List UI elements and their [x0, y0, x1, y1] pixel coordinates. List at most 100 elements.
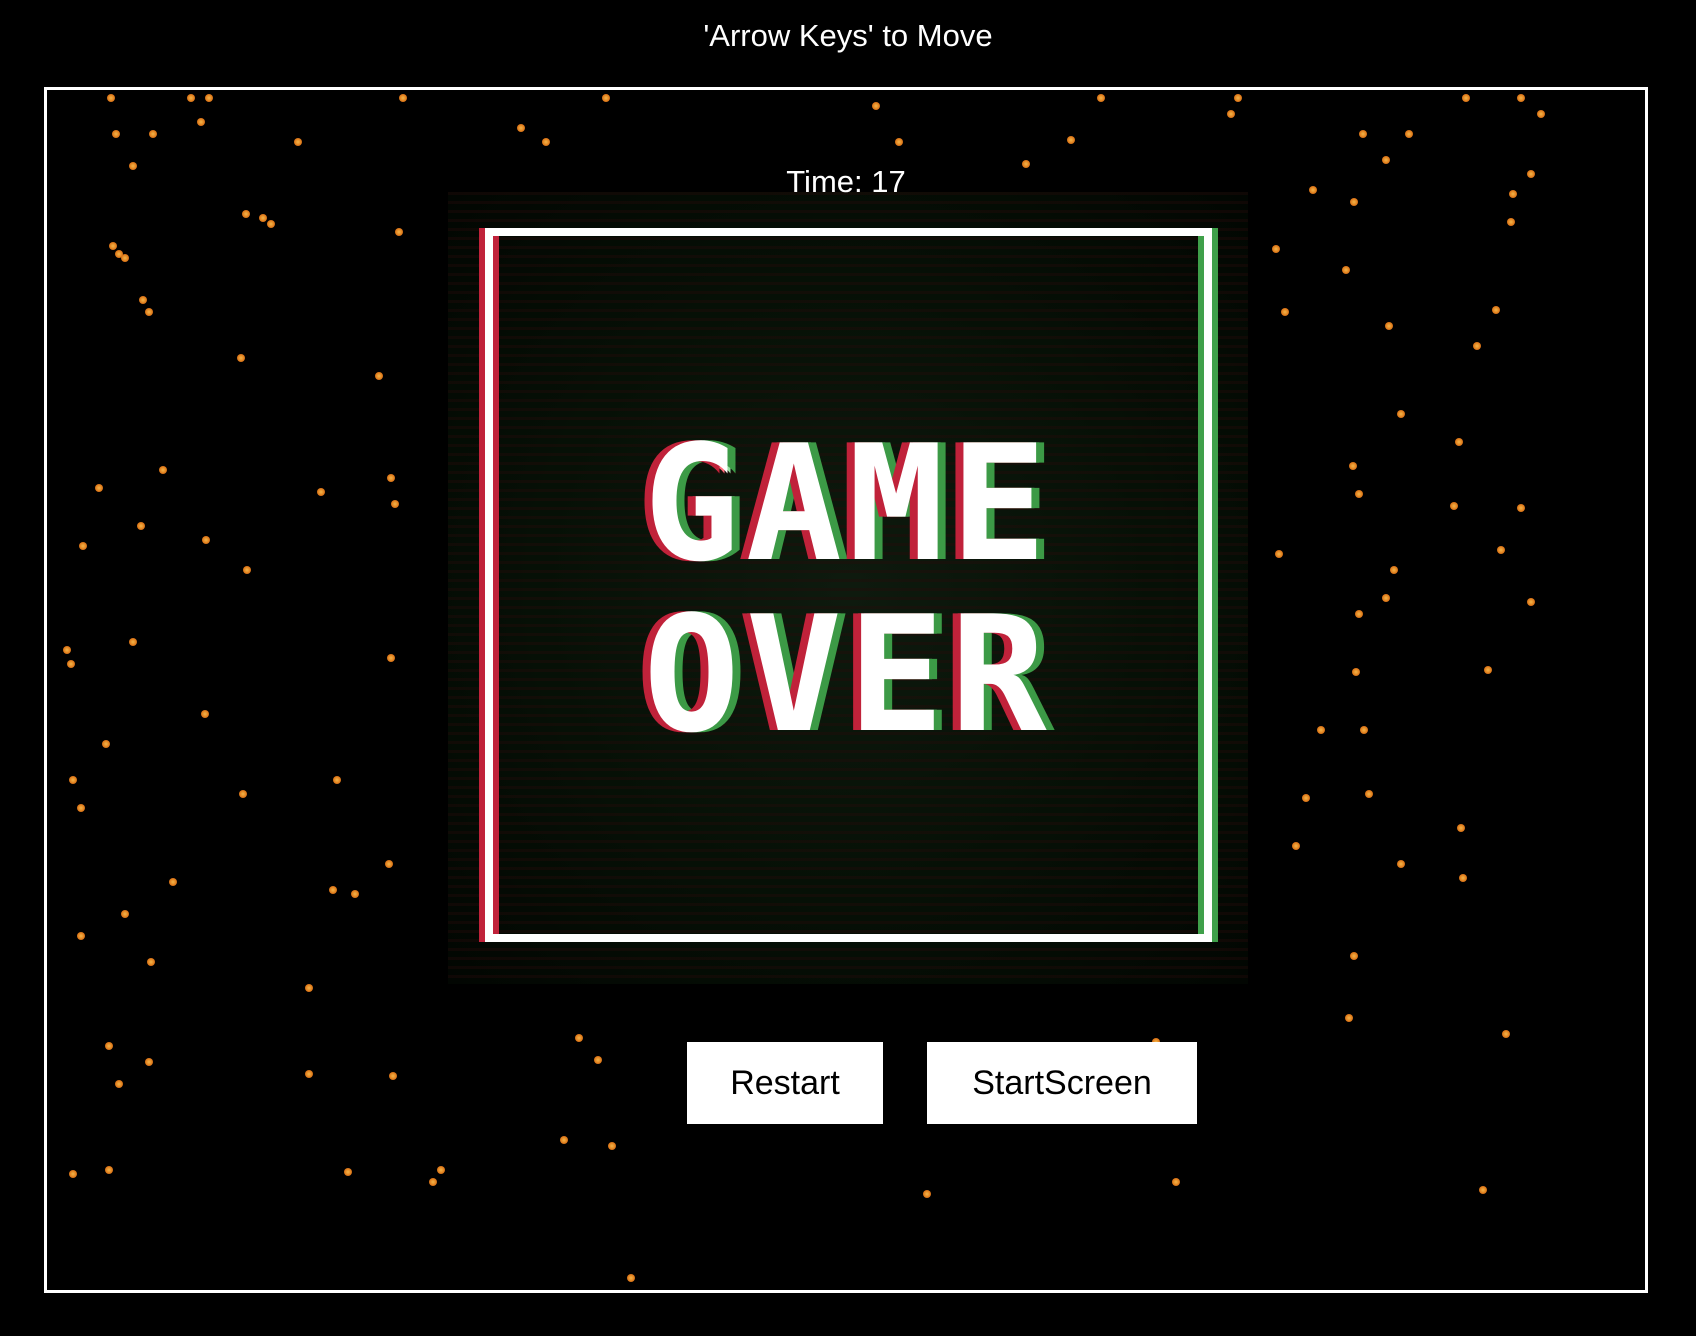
star: [1227, 110, 1235, 118]
star: [67, 660, 75, 668]
star: [201, 710, 209, 718]
star: [77, 932, 85, 940]
game-over-title-line2: OVER: [643, 581, 1053, 768]
star: [1067, 136, 1075, 144]
star: [1484, 666, 1492, 674]
page: 'Arrow Keys' to Move Time: 17 GAME OVER …: [0, 0, 1696, 1336]
star: [375, 372, 383, 380]
star: [1450, 502, 1458, 510]
timer-display: Time: 17: [786, 164, 906, 199]
star: [1345, 1014, 1353, 1022]
star: [259, 214, 267, 222]
star: [1355, 490, 1363, 498]
star: [1292, 842, 1300, 850]
star: [105, 1166, 113, 1174]
star: [1302, 794, 1310, 802]
star: [139, 296, 147, 304]
star: [202, 536, 210, 544]
star: [149, 130, 157, 138]
star: [351, 890, 359, 898]
star: [387, 474, 395, 482]
star: [243, 566, 251, 574]
star: [542, 138, 550, 146]
game-over-title-line1: GAME: [643, 410, 1053, 597]
star: [1397, 860, 1405, 868]
star: [137, 522, 145, 530]
star: [159, 466, 167, 474]
star: [333, 776, 341, 784]
game-over-panel: GAME OVER: [448, 192, 1248, 984]
star: [1479, 1186, 1487, 1194]
star: [129, 638, 137, 646]
star: [344, 1168, 352, 1176]
star: [1459, 874, 1467, 882]
star: [147, 958, 155, 966]
star: [305, 1070, 313, 1078]
star: [1172, 1178, 1180, 1186]
star: [169, 878, 177, 886]
star: [197, 118, 205, 126]
star: [112, 130, 120, 138]
star: [594, 1056, 602, 1064]
star: [1349, 462, 1357, 470]
star: [385, 860, 393, 868]
star: [95, 484, 103, 492]
star: [69, 1170, 77, 1178]
star: [121, 910, 129, 918]
star: [1317, 726, 1325, 734]
star: [237, 354, 245, 362]
star: [145, 1058, 153, 1066]
star: [1397, 410, 1405, 418]
star: [294, 138, 302, 146]
star: [1360, 726, 1368, 734]
star: [1097, 94, 1105, 102]
star: [1352, 668, 1360, 676]
star: [115, 1080, 123, 1088]
star: [102, 740, 110, 748]
star: [1275, 550, 1283, 558]
star: [1492, 306, 1500, 314]
star: [517, 124, 525, 132]
star: [239, 790, 247, 798]
star: [387, 654, 395, 662]
star: [1365, 790, 1373, 798]
star: [1517, 94, 1525, 102]
star: [1382, 594, 1390, 602]
star: [1234, 94, 1242, 102]
star: [575, 1034, 583, 1042]
star: [1355, 610, 1363, 618]
star: [872, 102, 880, 110]
star: [437, 1166, 445, 1174]
star: [63, 646, 71, 654]
star: [1342, 266, 1350, 274]
star: [923, 1190, 931, 1198]
star: [399, 94, 407, 102]
star: [1502, 1030, 1510, 1038]
star: [391, 500, 399, 508]
star: [895, 138, 903, 146]
star: [1473, 342, 1481, 350]
star: [608, 1142, 616, 1150]
star: [145, 308, 153, 316]
star: [1507, 218, 1515, 226]
star: [187, 94, 195, 102]
controls-instructions: 'Arrow Keys' to Move: [703, 18, 993, 53]
star: [107, 94, 115, 102]
star: [317, 488, 325, 496]
game-canvas[interactable]: Time: 17 GAME OVER Restart StartScreen: [44, 87, 1648, 1293]
star: [205, 94, 213, 102]
star: [109, 242, 117, 250]
restart-button[interactable]: Restart: [687, 1042, 883, 1124]
star: [1281, 308, 1289, 316]
star: [1537, 110, 1545, 118]
star: [305, 984, 313, 992]
star: [105, 1042, 113, 1050]
star: [1455, 438, 1463, 446]
star: [1359, 130, 1367, 138]
startscreen-button[interactable]: StartScreen: [927, 1042, 1197, 1124]
star: [329, 886, 337, 894]
star: [1457, 824, 1465, 832]
star: [77, 804, 85, 812]
star: [115, 250, 123, 258]
star: [1350, 952, 1358, 960]
